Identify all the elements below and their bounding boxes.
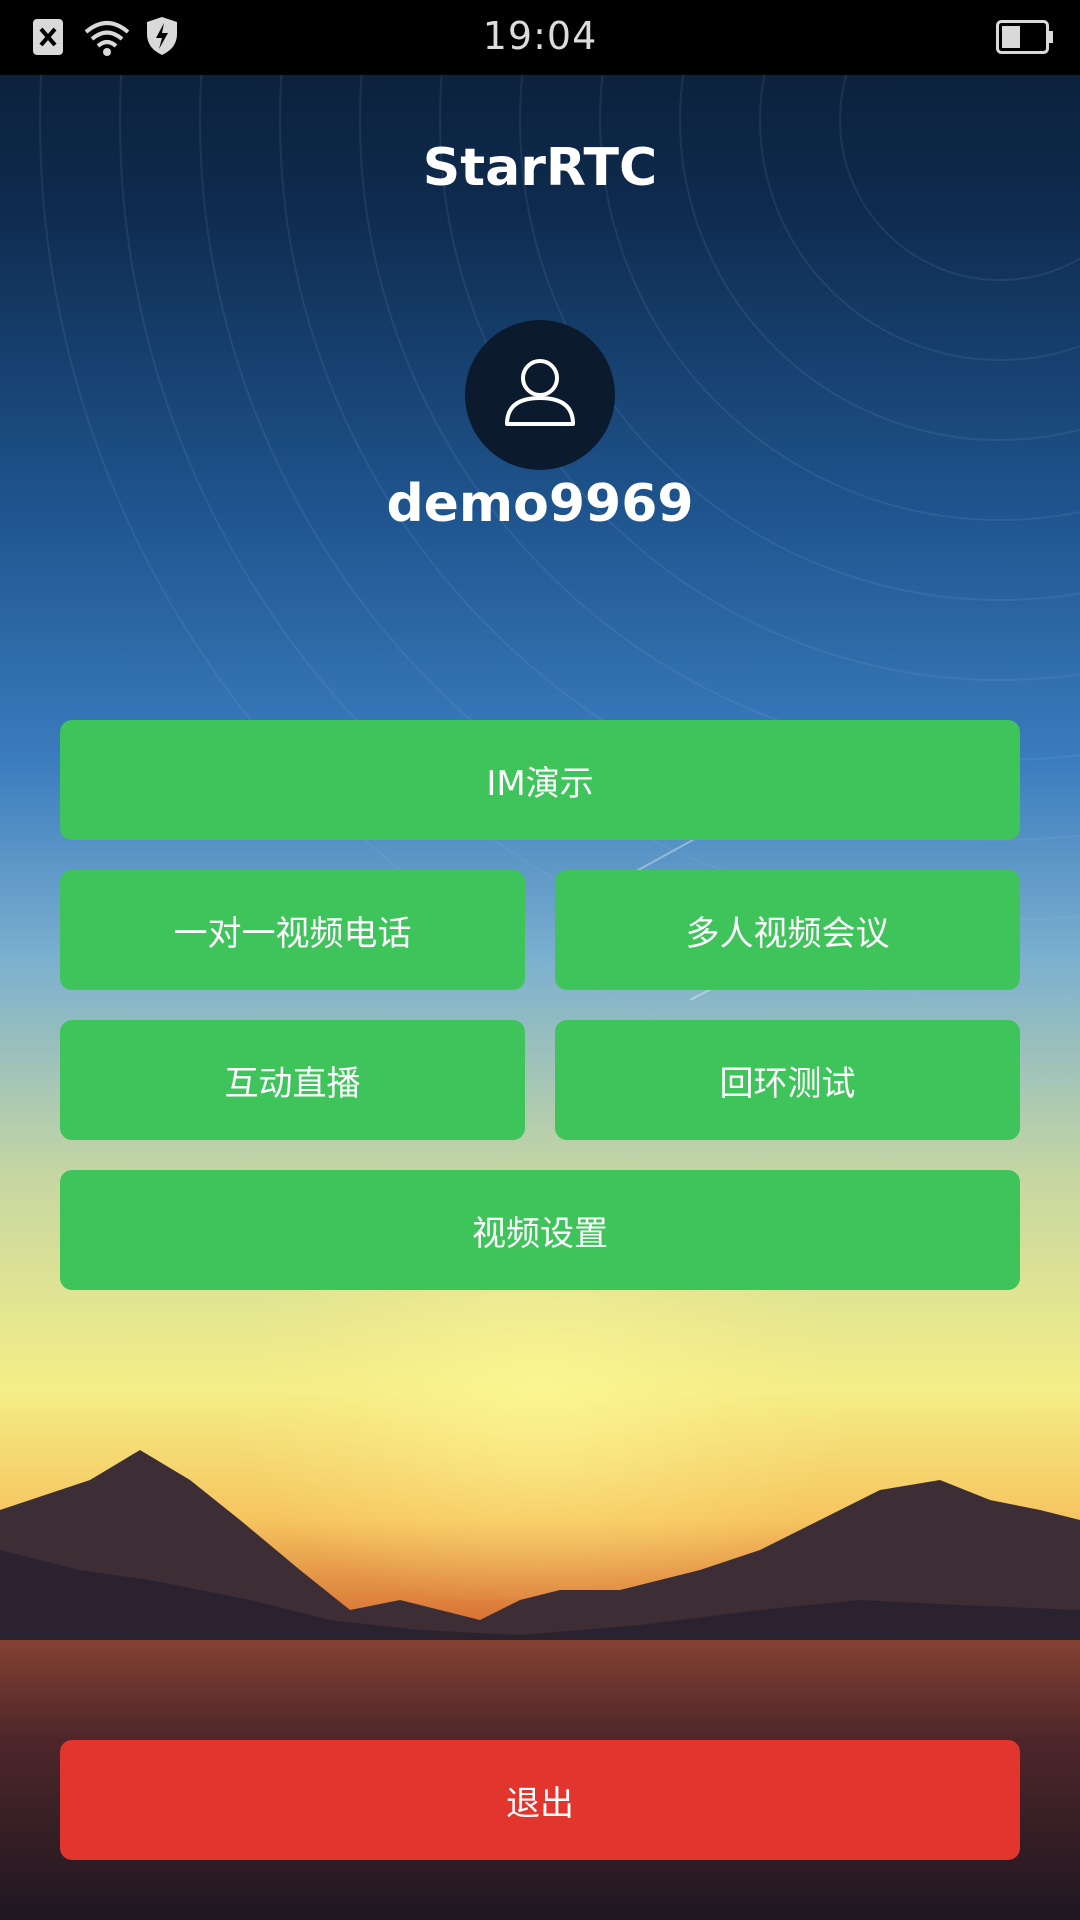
im-demo-label: IM演示 [486,763,594,804]
status-bar: 19:04 [0,0,1080,75]
multi-video-meeting-button[interactable]: 多人视频会议 [555,870,1020,990]
username: demo9969 [386,474,694,534]
avatar[interactable] [465,320,615,470]
logout-label: 退出 [506,1783,574,1824]
app-screen: 19:04 StarRTC demo9969 IM演示 一对一视频电话 多人视频… [0,0,1080,1920]
live-broadcast-label: 互动直播 [224,1063,361,1104]
multi-video-meeting-label: 多人视频会议 [685,913,890,954]
video-settings-label: 视频设置 [472,1213,608,1254]
status-time: 19:04 [482,14,598,58]
battery-icon [996,20,1054,58]
one-to-one-video-button[interactable]: 一对一视频电话 [60,870,525,990]
user-icon [505,359,575,426]
one-to-one-video-label: 一对一视频电话 [173,913,412,954]
live-broadcast-button[interactable]: 互动直播 [60,1020,525,1140]
video-settings-button[interactable]: 视频设置 [60,1170,1020,1290]
app-title: StarRTC [422,138,658,198]
im-demo-button[interactable]: IM演示 [60,720,1020,840]
loopback-test-button[interactable]: 回环测试 [555,1020,1020,1140]
loopback-test-label: 回环测试 [719,1063,856,1104]
logout-button[interactable]: 退出 [60,1740,1020,1860]
